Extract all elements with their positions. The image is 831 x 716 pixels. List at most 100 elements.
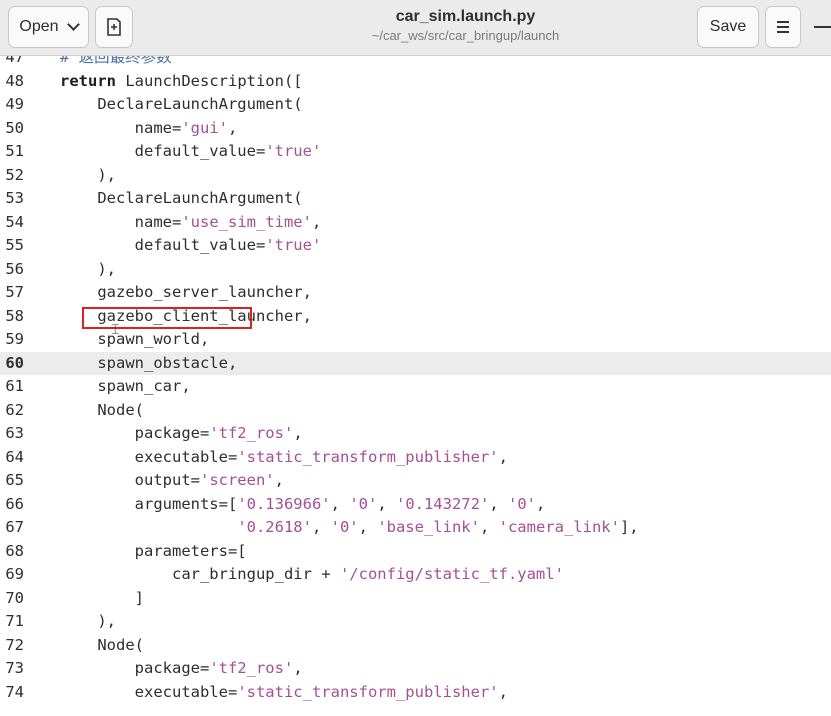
code-text: name='use_sim_time', — [60, 211, 322, 235]
line-number: 65 — [5, 471, 24, 489]
code-line[interactable]: 51 default_value='true' — [0, 140, 831, 164]
code-line[interactable]: 56 ), — [0, 258, 831, 282]
code-line[interactable]: 53 DeclareLaunchArgument( — [0, 187, 831, 211]
code-line[interactable]: 71 ), — [0, 610, 831, 634]
chevron-down-icon — [66, 18, 80, 31]
code-token: 'camera_link' — [498, 518, 620, 536]
code-token: arguments=[ — [60, 494, 238, 513]
code-token: , — [330, 494, 350, 513]
code-token: output= — [60, 471, 200, 489]
window-title-area: car_sim.launch.py ~/car_ws/src/car_bring… — [300, 7, 631, 45]
code-text: Node( — [60, 634, 144, 658]
code-token: ), — [60, 612, 116, 630]
code-token: name= — [60, 118, 182, 137]
code-token: , — [293, 659, 303, 677]
code-token: 'use_sim_time' — [181, 212, 312, 231]
code-text: Node( — [60, 399, 144, 423]
code-token: , — [274, 471, 284, 489]
code-line[interactable]: 59 spawn_world, — [0, 328, 831, 352]
code-editor[interactable]: 47 # 返回最终参数 48 return LaunchDescription([49… — [0, 56, 831, 716]
code-token: DeclareLaunchArgument( — [60, 189, 303, 207]
line-number: 67 — [5, 518, 24, 536]
code-line[interactable]: 61 spawn_car, — [0, 375, 831, 399]
code-token: gazebo_server_launcher, — [60, 283, 312, 301]
code-text: default_value='true' — [60, 140, 322, 164]
code-line[interactable]: 47 # 返回最终参数 — [0, 56, 831, 70]
code-line[interactable]: 50 name='gui', — [0, 117, 831, 141]
code-text: executable='static_transform_publisher', — [60, 446, 508, 470]
code-token: default_value= — [60, 236, 266, 254]
code-line[interactable]: 67 '0.2618', '0', 'base_link', 'camera_l… — [0, 516, 831, 540]
code-line[interactable]: 62 Node( — [0, 399, 831, 423]
code-text: package='tf2_ros', — [60, 422, 303, 446]
code-token: default_value= — [60, 142, 266, 160]
code-line[interactable]: 68 parameters=[ — [0, 540, 831, 564]
red-highlight-annotation — [82, 307, 252, 329]
code-token: '0.136966' — [237, 494, 331, 513]
code-line[interactable]: 72 Node( — [0, 634, 831, 658]
code-line[interactable]: 49 DeclareLaunchArgument( — [0, 93, 831, 117]
code-token: car_bringup_dir + — [60, 565, 340, 583]
code-text: parameters=[ — [60, 540, 247, 564]
minimize-icon[interactable] — [814, 26, 831, 28]
code-token: '0' — [349, 494, 378, 513]
code-line[interactable]: 60 spawn_obstacle, — [0, 351, 831, 375]
code-line[interactable]: 63 package='tf2_ros', — [0, 422, 831, 446]
code-line[interactable]: 65 output='screen', — [0, 469, 831, 493]
code-token: 'screen' — [199, 471, 275, 489]
code-token: ), — [60, 259, 116, 278]
code-token: 'base_link' — [377, 518, 480, 536]
line-number: 47 — [5, 56, 24, 66]
code-text: car_bringup_dir + '/config/static_tf.yam… — [60, 563, 564, 587]
code-token: 'gui' — [181, 118, 228, 137]
code-line[interactable]: 48 return LaunchDescription([ — [0, 70, 831, 94]
code-token: return — [60, 71, 116, 90]
line-number: 57 — [5, 283, 24, 301]
code-token: Node( — [60, 635, 144, 654]
code-text: default_value='true' — [60, 234, 322, 258]
code-token: '0' — [507, 494, 536, 513]
code-token: 返回最终参数 — [78, 56, 172, 66]
line-number: 69 — [5, 565, 24, 583]
code-token: executable= — [60, 682, 238, 701]
code-line[interactable]: 70 ] — [0, 587, 831, 611]
main-menu-button[interactable] — [765, 6, 801, 48]
code-line[interactable]: 74 executable='static_transform_publishe… — [0, 681, 831, 705]
code-token: # — [60, 56, 79, 66]
code-token: , — [311, 212, 322, 231]
line-number: 71 — [5, 612, 24, 630]
document-title: car_sim.launch.py — [395, 8, 536, 25]
code-text: DeclareLaunchArgument( — [60, 187, 303, 211]
code-token: package= — [60, 424, 210, 442]
open-button-label: Open — [19, 18, 59, 35]
line-number: 72 — [5, 635, 24, 654]
code-token: , — [498, 682, 508, 701]
code-token: parameters=[ — [60, 541, 247, 560]
open-button[interactable]: Open — [8, 6, 89, 48]
code-token: LaunchDescription([ — [116, 71, 303, 90]
code-line[interactable]: 64 executable='static_transform_publishe… — [0, 446, 831, 470]
code-text: ), — [60, 610, 116, 634]
code-line[interactable]: 55 default_value='true' — [0, 234, 831, 258]
line-number: 59 — [5, 330, 24, 348]
code-token: package= — [60, 659, 210, 677]
code-text: package='tf2_ros', — [60, 657, 303, 681]
code-text: output='screen', — [60, 469, 284, 493]
code-line[interactable]: 52 ), — [0, 164, 831, 188]
line-number: 64 — [5, 447, 24, 466]
line-number: 49 — [5, 95, 24, 113]
code-token: , — [498, 447, 508, 466]
code-line[interactable]: 73 package='tf2_ros', — [0, 657, 831, 681]
new-tab-icon — [107, 18, 121, 36]
code-text: name='gui', — [60, 117, 238, 141]
code-line[interactable]: 57 gazebo_server_launcher, — [0, 281, 831, 305]
line-number: 60 — [5, 353, 24, 372]
save-button[interactable]: Save — [697, 6, 759, 48]
code-line[interactable]: 54 name='use_sim_time', — [0, 211, 831, 235]
code-line[interactable]: 66 arguments=['0.136966', '0', '0.143272… — [0, 493, 831, 517]
code-text: # 返回最终参数 — [60, 56, 172, 70]
code-line[interactable]: 69 car_bringup_dir + '/config/static_tf.… — [0, 563, 831, 587]
code-token: 'true' — [265, 236, 322, 254]
new-document-button[interactable] — [95, 6, 133, 48]
code-text: spawn_world, — [60, 328, 209, 352]
